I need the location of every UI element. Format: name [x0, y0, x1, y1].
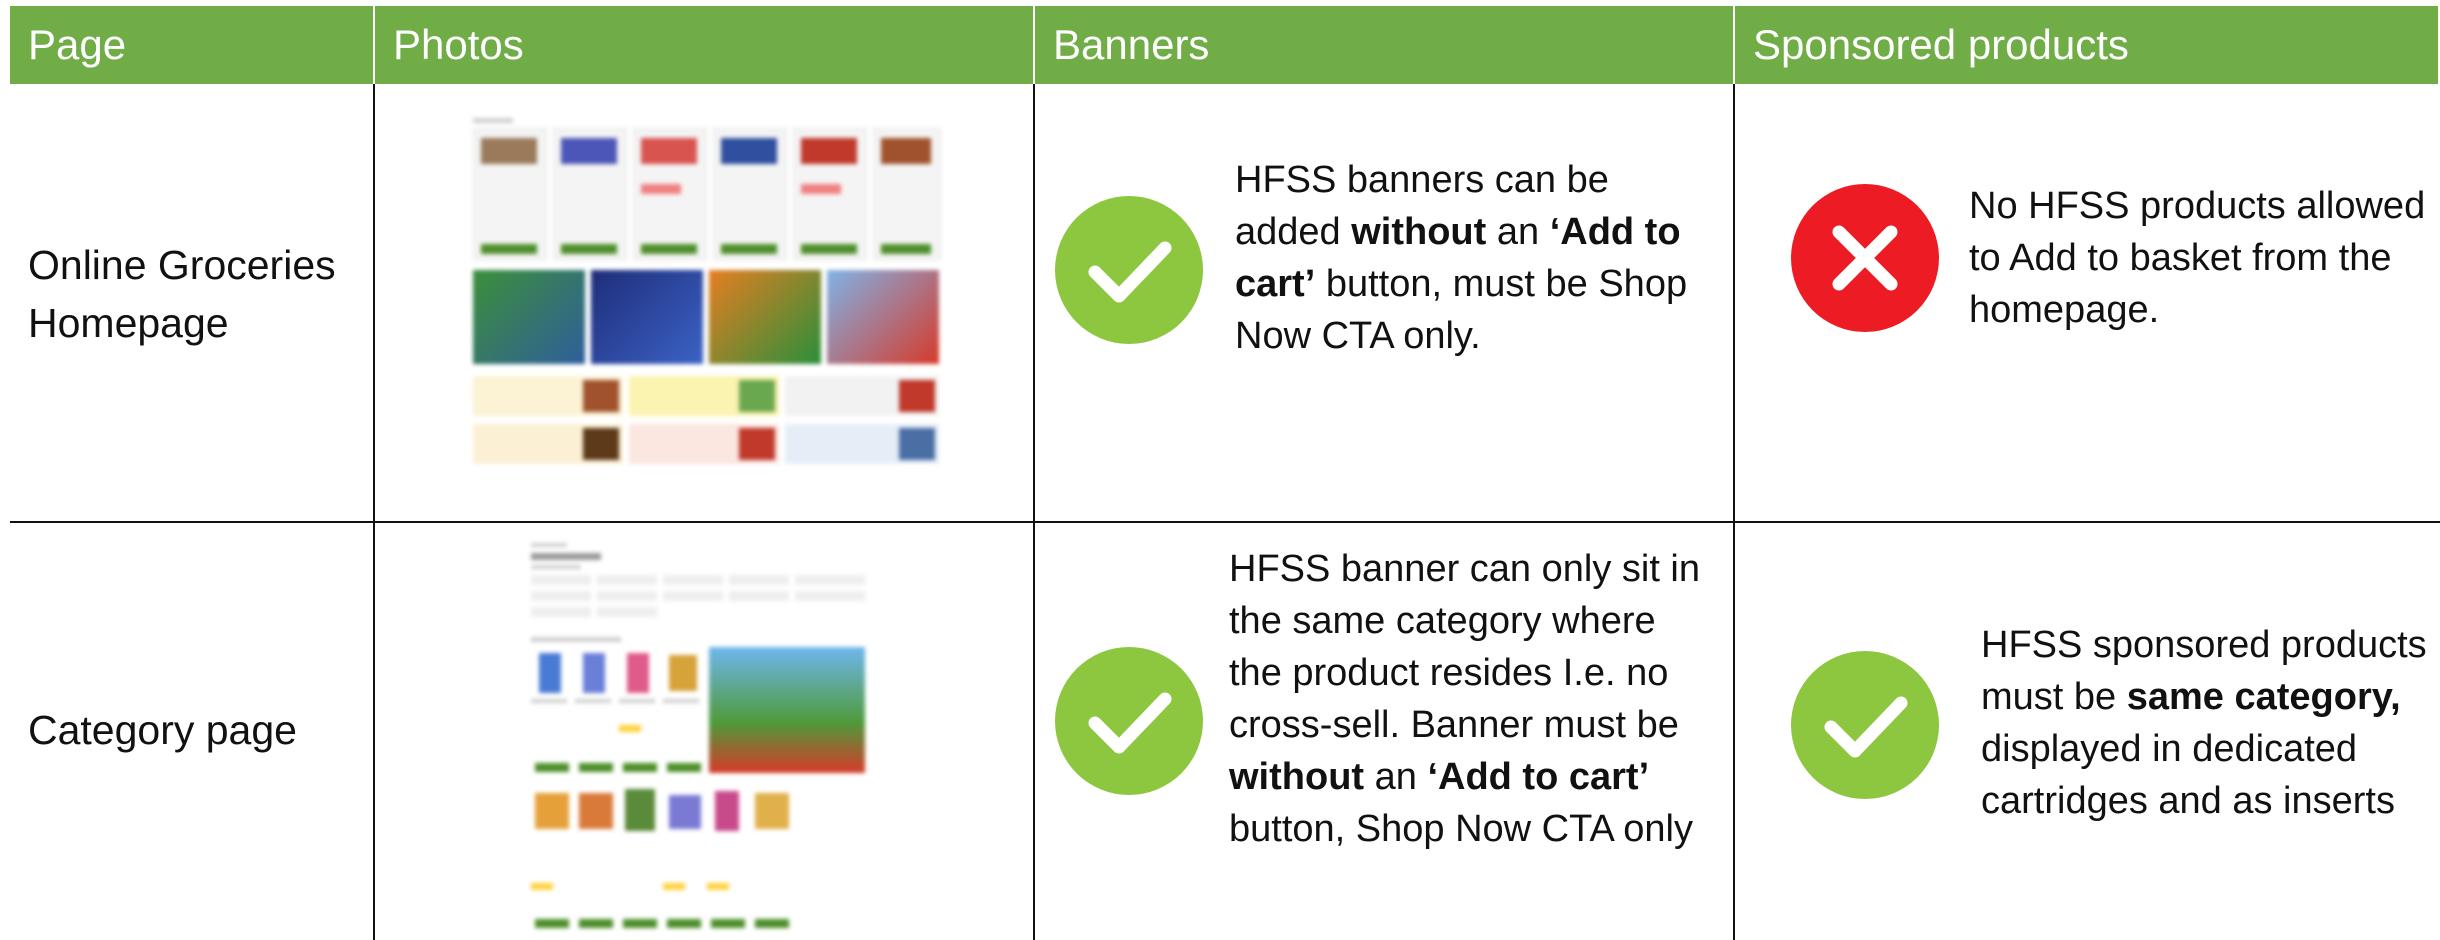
row1-sponsored-cell: No HFSS products allowed to Add to baske…	[1735, 84, 2440, 523]
check-circle-icon	[1055, 196, 1203, 344]
header-photos: Photos	[375, 6, 1035, 84]
cross-circle-icon	[1791, 184, 1939, 332]
row1-banners-cell: HFSS banners can be added without an ‘Ad…	[1035, 84, 1735, 523]
row2-banner-text: HFSS banner can only sit in the same cat…	[1229, 548, 1701, 850]
row2-photo-cell	[375, 523, 1035, 940]
row2-page-cell: Category page	[10, 523, 375, 940]
header-page: Page	[10, 6, 375, 84]
row1-banner-text: HFSS banners can be added without an ‘Ad…	[1235, 159, 1688, 357]
check-circle-icon	[1055, 647, 1203, 795]
row2-banners-cell: HFSS banner can only sit in the same cat…	[1035, 523, 1735, 940]
row1-page-cell: Online Groceries Homepage	[10, 84, 375, 523]
row1-photo-cell	[375, 84, 1035, 523]
category-page-screenshot	[531, 543, 871, 933]
row1-page-label: Online Groceries Homepage	[28, 242, 336, 346]
header-banners: Banners	[1035, 6, 1735, 84]
check-circle-icon	[1791, 651, 1939, 799]
row2-sponsored-cell: HFSS sponsored products must be same cat…	[1735, 523, 2440, 940]
row2-sponsored-text: HFSS sponsored products must be same cat…	[1981, 624, 2427, 822]
policy-table: Page Photos Banners Sponsored products O…	[10, 6, 2440, 940]
header-sponsored-products: Sponsored products	[1735, 6, 2440, 84]
homepage-screenshot	[473, 114, 943, 494]
row1-sponsored-text: No HFSS products allowed to Add to baske…	[1969, 185, 2426, 331]
row2-page-label: Category page	[28, 707, 297, 753]
